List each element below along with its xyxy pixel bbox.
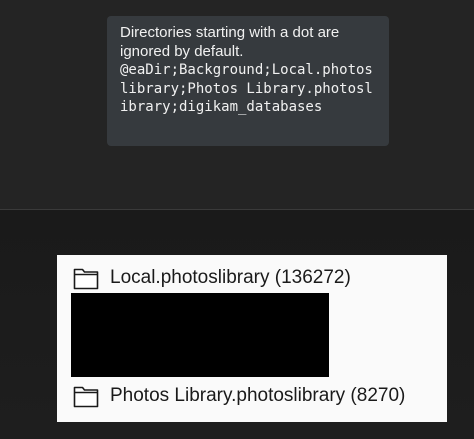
window: Directories starting with a dot are igno… — [0, 0, 474, 439]
folder-label: Local.photoslibrary (136272) — [110, 267, 351, 288]
folder-list: Local.photoslibrary (136272) Photos Libr… — [57, 255, 447, 422]
folder-row-local-photoslibrary[interactable]: Local.photoslibrary (136272) — [73, 265, 351, 291]
folder-icon — [73, 268, 99, 290]
folder-icon — [73, 386, 99, 408]
tooltip-description: Directories starting with a dot are igno… — [120, 24, 340, 60]
ignored-directories-tooltip: Directories starting with a dot are igno… — [107, 16, 389, 146]
folder-row-photos-library-photoslibrary[interactable]: Photos Library.photoslibrary (8270) — [73, 383, 405, 409]
ignored-directories-list: @eaDir;Background;Local.photoslibrary;Ph… — [120, 62, 373, 116]
folder-label: Photos Library.photoslibrary (8270) — [110, 385, 406, 406]
redacted-area — [71, 293, 329, 377]
settings-panel: Directories starting with a dot are igno… — [0, 0, 474, 210]
